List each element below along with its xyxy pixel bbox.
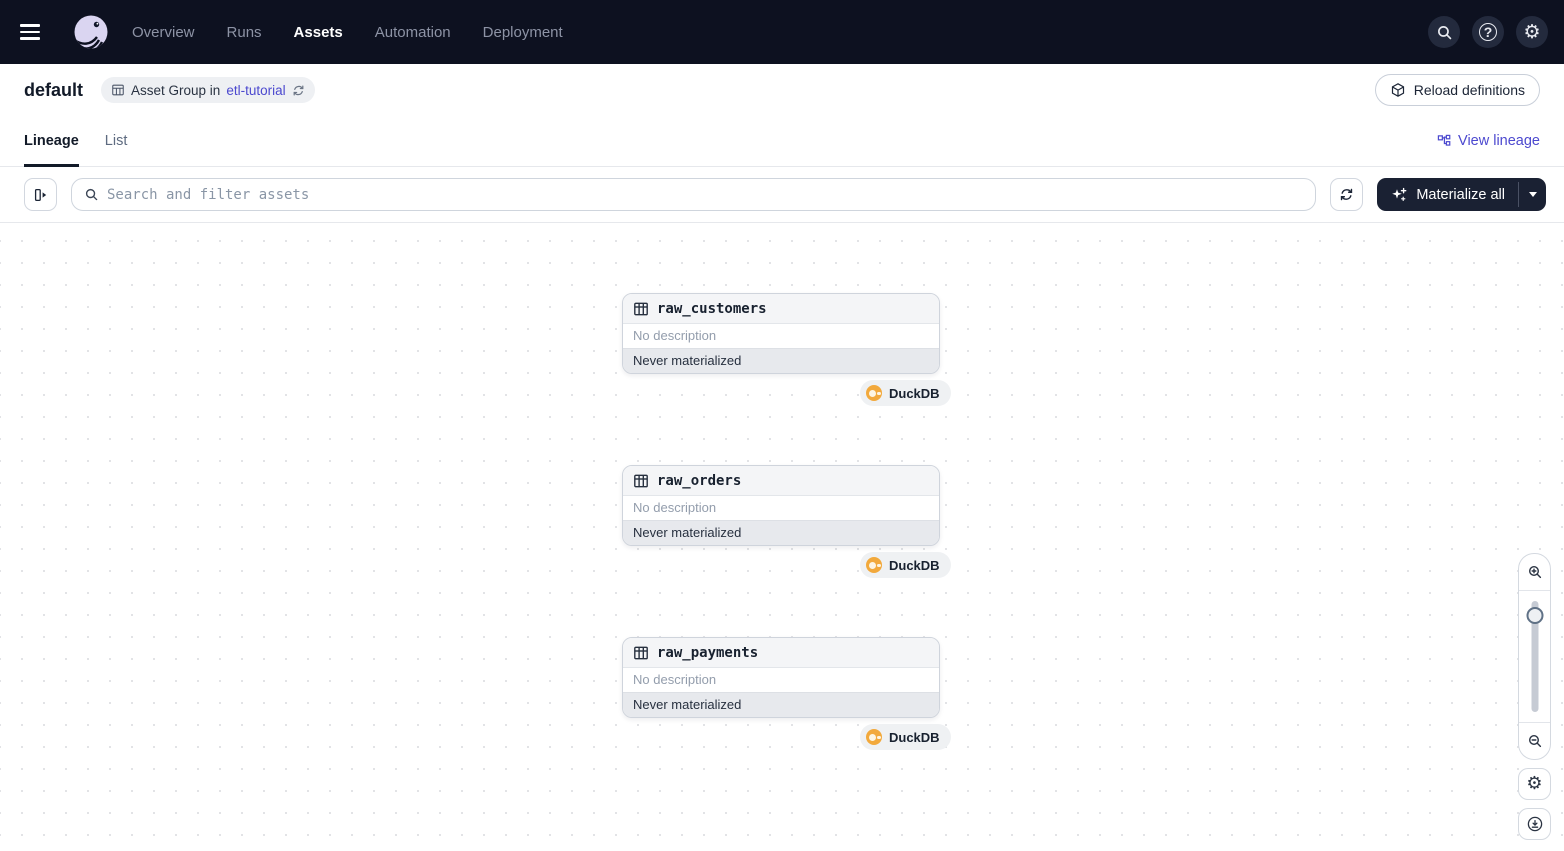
materialize-options-button[interactable]	[1519, 178, 1546, 211]
reload-definitions-label: Reload definitions	[1414, 82, 1525, 98]
zoom-out-button[interactable]	[1519, 723, 1550, 759]
view-lineage-link[interactable]: View lineage	[1437, 133, 1540, 149]
primary-nav: Overview Runs Assets Automation Deployme…	[132, 24, 563, 41]
kind-badge-label: DuckDB	[889, 558, 940, 573]
asset-node-raw-customers[interactable]: raw_customers No description Never mater…	[622, 293, 940, 374]
asset-group-label: Asset Group in	[131, 83, 220, 98]
tab-list[interactable]: List	[105, 117, 128, 166]
search-icon	[84, 187, 99, 202]
nav-item-automation[interactable]: Automation	[375, 24, 451, 41]
page-title: default	[24, 80, 83, 101]
asset-name: raw_payments	[657, 645, 758, 661]
asset-status: Never materialized	[623, 348, 939, 373]
reload-definitions-icon	[1390, 82, 1406, 98]
help-icon[interactable]: ?	[1472, 16, 1504, 48]
view-lineage-icon	[1437, 134, 1452, 149]
asset-node-header: raw_orders	[623, 466, 939, 496]
zoom-slider-thumb[interactable]	[1526, 607, 1543, 624]
open-sidebar-button[interactable]	[24, 178, 57, 211]
asset-description: No description	[623, 496, 939, 520]
search-input[interactable]	[107, 187, 1303, 203]
top-navigation: Overview Runs Assets Automation Deployme…	[0, 0, 1564, 64]
duckdb-icon	[866, 385, 882, 401]
refresh-button[interactable]	[1330, 178, 1363, 211]
asset-status: Never materialized	[623, 520, 939, 545]
zoom-in-button[interactable]	[1519, 554, 1550, 590]
asset-group-icon	[111, 83, 125, 97]
page-header: default Asset Group in etl-tutorial Relo…	[0, 64, 1564, 116]
nav-item-assets[interactable]: Assets	[294, 24, 343, 41]
asset-description: No description	[623, 668, 939, 692]
recenter-view-button[interactable]	[1518, 808, 1551, 840]
asset-search	[71, 178, 1316, 211]
kind-badge-label: DuckDB	[889, 730, 940, 745]
asset-node-header: raw_payments	[623, 638, 939, 668]
table-icon	[633, 473, 649, 489]
asset-node-raw-orders[interactable]: raw_orders No description Never material…	[622, 465, 940, 546]
refresh-icon	[1339, 187, 1354, 202]
hamburger-menu-icon[interactable]	[20, 16, 52, 48]
zoom-controls	[1518, 553, 1551, 760]
materialize-all-label: Materialize all	[1416, 187, 1505, 203]
dagster-logo[interactable]	[72, 13, 110, 51]
asset-name: raw_customers	[657, 301, 767, 317]
table-icon	[633, 645, 649, 661]
lineage-canvas[interactable]: raw_customers No description Never mater…	[0, 223, 1564, 851]
view-lineage-label: View lineage	[1458, 133, 1540, 149]
duckdb-icon	[866, 557, 882, 573]
graph-settings-button[interactable]: ⚙	[1518, 768, 1551, 800]
asset-group-badge: Asset Group in etl-tutorial	[101, 77, 315, 103]
materialize-all-button[interactable]: Materialize all	[1377, 178, 1518, 211]
asset-description: No description	[623, 324, 939, 348]
gear-icon: ⚙	[1526, 775, 1542, 793]
tab-lineage[interactable]: Lineage	[24, 117, 79, 166]
recenter-icon	[1526, 815, 1544, 833]
kind-badge-duckdb[interactable]: DuckDB	[860, 380, 951, 406]
duckdb-icon	[866, 729, 882, 745]
panel-toggle-icon	[33, 187, 49, 203]
code-location-link[interactable]: etl-tutorial	[226, 83, 285, 98]
asset-node-header: raw_customers	[623, 294, 939, 324]
chevron-down-icon	[1529, 192, 1537, 197]
asset-name: raw_orders	[657, 473, 741, 489]
topnav-actions: ? ⚙	[1428, 16, 1548, 48]
sparkle-icon	[1390, 186, 1408, 204]
kind-badge-label: DuckDB	[889, 386, 940, 401]
sync-icon[interactable]	[292, 84, 305, 97]
nav-item-deployment[interactable]: Deployment	[483, 24, 563, 41]
search-icon[interactable]	[1428, 16, 1460, 48]
reload-definitions-button[interactable]: Reload definitions	[1375, 74, 1540, 106]
zoom-slider	[1519, 591, 1550, 722]
kind-badge-duckdb[interactable]: DuckDB	[860, 724, 951, 750]
settings-icon[interactable]: ⚙	[1516, 16, 1548, 48]
nav-item-runs[interactable]: Runs	[227, 24, 262, 41]
tabs-row: Lineage List View lineage	[0, 116, 1564, 167]
lineage-toolbar: Materialize all	[0, 167, 1564, 223]
materialize-split-button: Materialize all	[1377, 178, 1546, 211]
kind-badge-duckdb[interactable]: DuckDB	[860, 552, 951, 578]
asset-status: Never materialized	[623, 692, 939, 717]
nav-item-overview[interactable]: Overview	[132, 24, 195, 41]
asset-node-raw-payments[interactable]: raw_payments No description Never materi…	[622, 637, 940, 718]
table-icon	[633, 301, 649, 317]
